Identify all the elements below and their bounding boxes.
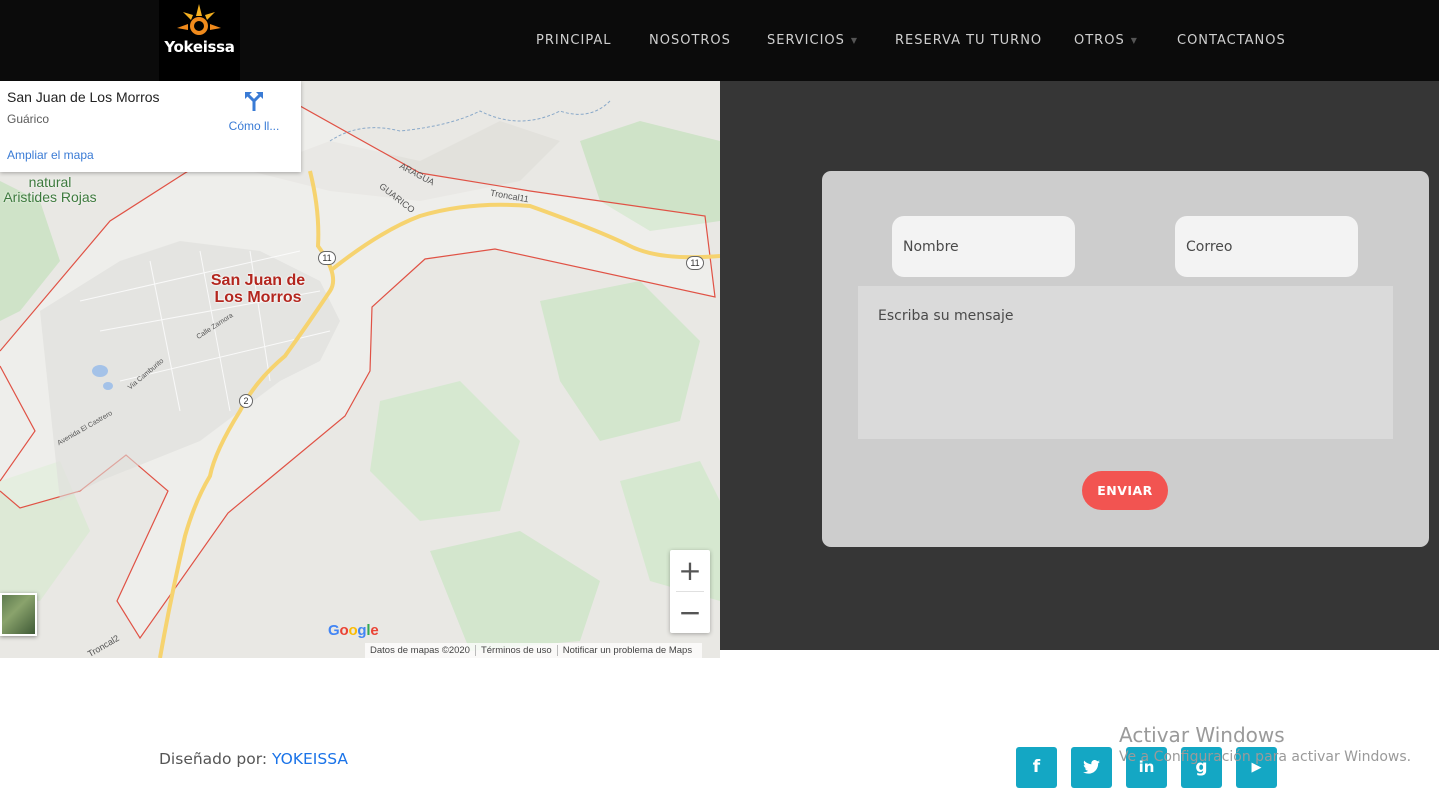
city-label-line1: San Juan de <box>210 272 306 289</box>
map-attribution: Datos de mapas ©2020 Términos de uso Notif… <box>365 643 703 658</box>
map-info-card: San Juan de Los Morros Guárico Cómo ll..… <box>0 81 301 172</box>
google-logo: Google <box>328 622 379 639</box>
zoom-out-button[interactable]: − <box>670 592 710 633</box>
nav-reserva-tu-turno[interactable]: RESERVA TU TURNO <box>895 33 1042 48</box>
enlarge-map-link[interactable]: Ampliar el mapa <box>7 148 94 162</box>
route-shield-11-east: 11 <box>686 256 704 270</box>
nav-servicios[interactable]: SERVICIOS ▼ <box>767 33 858 48</box>
message-field[interactable] <box>858 286 1393 439</box>
chevron-down-icon: ▼ <box>1130 36 1138 45</box>
chevron-down-icon: ▼ <box>850 36 859 45</box>
city-label: San Juan de Los Morros <box>200 272 316 306</box>
brand-logo[interactable]: Yokeissa <box>159 0 240 81</box>
email-field[interactable] <box>1175 216 1358 277</box>
designed-by: Diseñado por: YOKEISSA <box>159 750 348 768</box>
windows-activation-subtitle: Ve a Configuración para activar Windows. <box>1119 749 1412 765</box>
name-field[interactable] <box>892 216 1075 277</box>
designed-by-prefix: Diseñado por: <box>159 750 272 768</box>
twitter-bird-glyph <box>1083 760 1100 774</box>
map-data-credit: Datos de mapas ©2020 <box>370 645 470 656</box>
zoom-controls: + − <box>670 550 710 633</box>
nav-principal[interactable]: PRINCIPAL <box>536 33 612 48</box>
satellite-layer-icon[interactable] <box>0 593 37 636</box>
facebook-icon[interactable]: f <box>1016 747 1057 788</box>
zoom-in-button[interactable]: + <box>670 550 710 591</box>
embedded-map[interactable]: natural Aristides Rojas San Juan de Los … <box>0 81 720 658</box>
nav-servicios-label: SERVICIOS <box>767 33 845 48</box>
nav-nosotros[interactable]: NOSOTROS <box>649 33 731 48</box>
twitter-icon[interactable] <box>1071 747 1112 788</box>
brand-name: Yokeissa <box>164 38 235 56</box>
park-label: natural Aristides Rojas <box>0 175 100 205</box>
designer-link[interactable]: YOKEISSA <box>272 750 348 768</box>
directions-icon <box>245 92 263 111</box>
route-shield-2: 2 <box>239 394 253 408</box>
terms-of-use-link[interactable]: Términos de uso <box>474 645 557 656</box>
nav-contactanos[interactable]: CONTACTANOS <box>1177 33 1286 48</box>
route-shield-11: 11 <box>318 251 336 265</box>
place-subtitle: Guárico <box>7 112 50 126</box>
windows-activation-title: Activar Windows <box>1119 723 1285 747</box>
city-label-line2: Los Morros <box>214 289 302 306</box>
place-title: San Juan de Los Morros <box>7 89 160 105</box>
directions-label: Cómo ll... <box>228 119 280 133</box>
navbar: Yokeissa PRINCIPAL NOSOTROS SERVICIOS ▼ R… <box>0 0 1439 81</box>
nav-otros-label: OTROS <box>1074 33 1125 48</box>
park-label-line2: Aristides Rojas <box>3 189 97 205</box>
send-button[interactable]: ENVIAR <box>1082 471 1168 510</box>
report-problem-link[interactable]: Notificar un problema de Maps <box>556 645 698 656</box>
directions-button[interactable]: Cómo ll... <box>226 90 282 133</box>
nav-otros[interactable]: OTROS ▼ <box>1074 33 1138 48</box>
park-label-line1: natural <box>28 174 72 190</box>
